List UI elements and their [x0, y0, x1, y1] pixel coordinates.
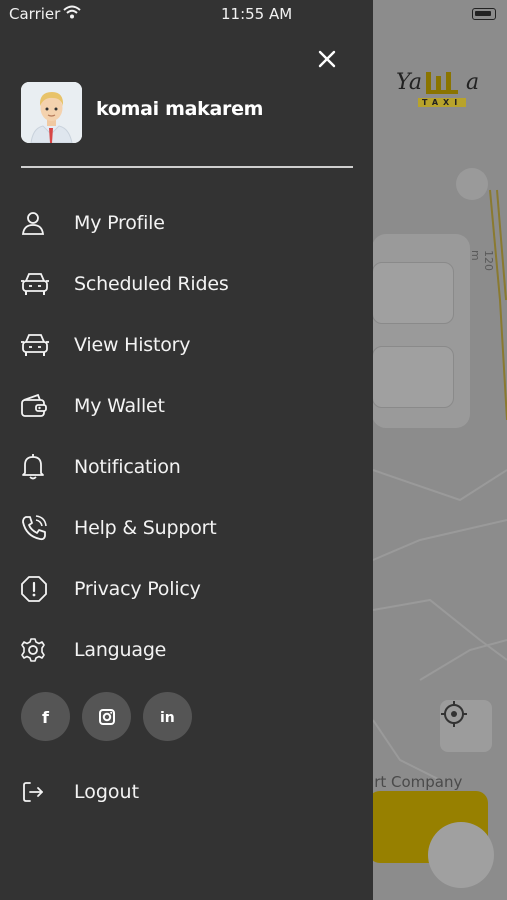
wallet-icon [20, 390, 62, 422]
street-label: 120 m [469, 250, 495, 271]
phone-icon [20, 512, 62, 544]
menu-item-notification[interactable]: Notification [20, 445, 350, 489]
menu-item-help-support[interactable]: Help & Support [20, 506, 350, 550]
bell-icon [20, 451, 62, 483]
navigation-drawer: komai makarem My Profile Scheduled Rides… [0, 0, 373, 900]
menu-item-scheduled-rides[interactable]: Scheduled Rides [20, 262, 350, 306]
close-icon [318, 50, 336, 68]
instagram-button[interactable] [82, 692, 131, 741]
logout-label: Logout [74, 781, 140, 803]
menu-item-label: Scheduled Rides [74, 273, 229, 295]
shield-alert-icon [20, 573, 62, 605]
logo-mark-icon [426, 72, 458, 94]
avatar[interactable] [21, 82, 82, 143]
compass-button[interactable] [456, 168, 488, 200]
menu-item-label: My Wallet [74, 395, 165, 417]
locate-me-button[interactable] [440, 700, 492, 752]
menu-item-label: Language [74, 639, 167, 661]
gear-icon [20, 634, 62, 666]
map-fab[interactable] [428, 822, 494, 888]
close-button[interactable] [312, 44, 342, 74]
car-icon [20, 268, 62, 300]
linkedin-icon: in [160, 710, 175, 726]
pickup-field[interactable] [372, 262, 454, 324]
facebook-button[interactable]: f [21, 692, 70, 741]
menu-item-privacy-policy[interactable]: Privacy Policy [20, 567, 350, 611]
facebook-icon: f [42, 708, 50, 726]
svg-text:f: f [42, 708, 50, 726]
car-icon [20, 329, 62, 361]
menu-item-label: Privacy Policy [74, 578, 201, 600]
user-name: komai makarem [96, 98, 264, 120]
avatar-image [21, 82, 82, 143]
crosshair-icon [441, 701, 467, 727]
app-logo: Ya a TAXI [396, 70, 480, 107]
map-place-label: art Company [365, 773, 463, 791]
logout-button[interactable]: Logout [20, 770, 220, 814]
menu-item-my-profile[interactable]: My Profile [20, 201, 350, 245]
menu-item-my-wallet[interactable]: My Wallet [20, 384, 350, 428]
svg-text:in: in [160, 710, 175, 726]
menu-item-label: View History [74, 334, 191, 356]
battery-icon [472, 8, 496, 20]
wifi-icon [63, 5, 81, 19]
status-time: 11:55 AM [221, 5, 293, 23]
menu-item-label: Notification [74, 456, 181, 478]
menu-item-view-history[interactable]: View History [20, 323, 350, 367]
linkedin-button[interactable]: in [143, 692, 192, 741]
logout-icon [20, 776, 62, 808]
menu-item-language[interactable]: Language [20, 628, 350, 672]
profile-divider [21, 166, 353, 168]
status-bar: Carrier 11:55 AM [0, 0, 507, 28]
instagram-icon [98, 708, 115, 725]
carrier-label: Carrier [9, 5, 61, 23]
menu-item-label: Help & Support [74, 517, 217, 539]
destination-field[interactable] [372, 346, 454, 408]
user-icon [20, 207, 62, 239]
menu-item-label: My Profile [74, 212, 165, 234]
